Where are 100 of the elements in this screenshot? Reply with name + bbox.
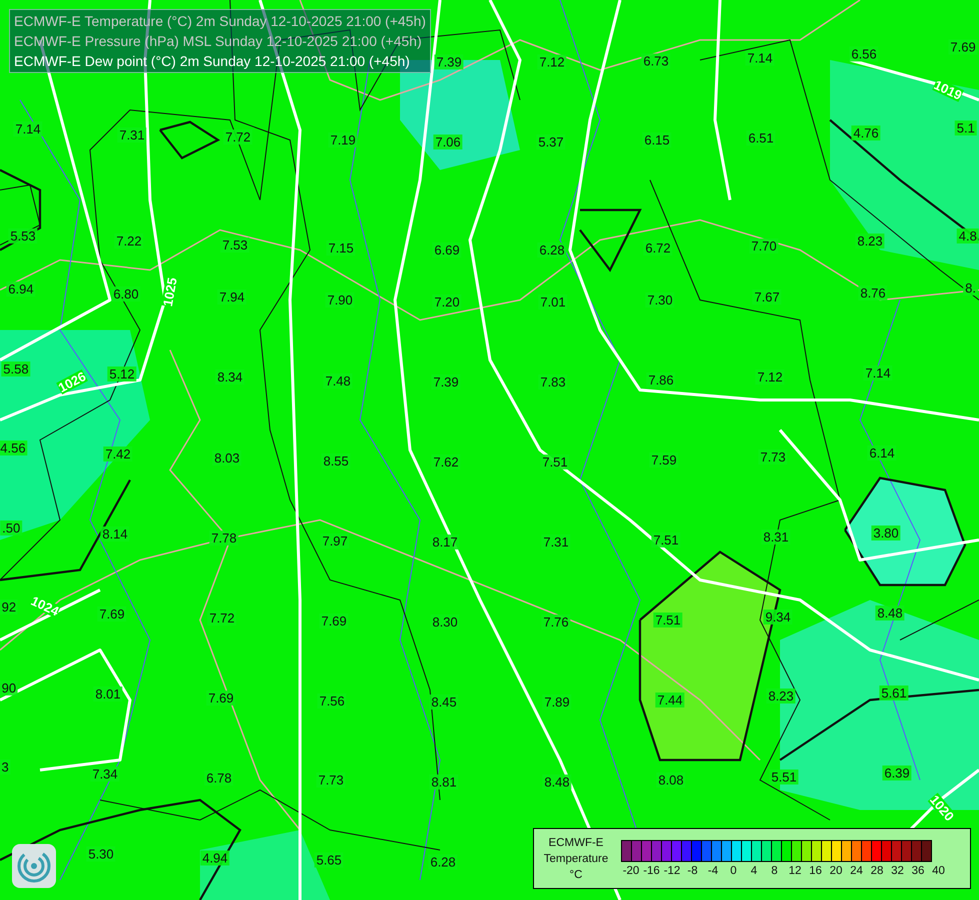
temperature-value: 8.30 xyxy=(430,614,460,630)
temperature-value: 7.31 xyxy=(541,534,571,550)
temperature-value: 6.28 xyxy=(428,854,458,870)
temperature-value: 3.80 xyxy=(871,526,901,540)
legend-tick: -8 xyxy=(686,866,699,878)
temperature-value: 7.73 xyxy=(316,772,346,788)
temperature-value: 8.81 xyxy=(429,774,459,790)
temperature-value: 7.90 xyxy=(325,292,355,308)
temperature-value: 6.78 xyxy=(204,770,234,786)
temperature-value: 7.48 xyxy=(323,374,353,388)
temperature-value: 8.23 xyxy=(766,688,796,704)
temperature-value: 8.55 xyxy=(321,454,351,468)
legend-tick: 20 xyxy=(828,866,844,878)
temperature-value: 7.51 xyxy=(540,454,570,470)
temperature-value: 8.48 xyxy=(875,606,905,620)
temperature-value: 7.14 xyxy=(13,122,43,136)
temperature-value: 8.08 xyxy=(656,772,686,788)
legend-unit: °C xyxy=(568,868,584,882)
temperature-value: 7.59 xyxy=(649,452,679,468)
temperature-value: 7.44 xyxy=(655,692,685,708)
temperature-value: 7.51 xyxy=(653,612,683,628)
temperature-value: 7.39 xyxy=(434,54,464,70)
temperature-value: 7.72 xyxy=(223,130,253,144)
temperature-value: 7.15 xyxy=(326,240,356,256)
temperature-value: 7.39 xyxy=(431,374,461,390)
temperature-value: 7.56 xyxy=(317,694,347,708)
temperature-value: 7.97 xyxy=(320,534,350,548)
temperature-value: 7.51 xyxy=(651,532,681,548)
temperature-value: 8. xyxy=(963,280,978,296)
temperature-value: 7.69 xyxy=(948,40,978,54)
temperature-value: 7.83 xyxy=(538,374,568,390)
temperature-value: 6.15 xyxy=(642,132,672,148)
temperature-value: 5.37 xyxy=(536,134,566,150)
temperature-value: 6.94 xyxy=(6,282,36,296)
swirl-logo-icon[interactable] xyxy=(12,844,56,888)
legend-tick: 8 xyxy=(770,866,779,878)
temperature-value: 8.34 xyxy=(215,370,245,384)
legend-tick: 32 xyxy=(890,866,905,878)
temperature-value: 90 xyxy=(0,680,18,696)
temperature-value: 7.69 xyxy=(319,614,349,628)
temperature-value: 7.72 xyxy=(207,610,237,626)
temperature-value: 4.8 xyxy=(956,228,979,244)
temperature-value: 5.58 xyxy=(1,362,31,376)
temperature-value: 5.12 xyxy=(107,366,137,382)
temperature-value: 7.69 xyxy=(97,606,127,622)
temperature-value: 8.76 xyxy=(858,286,888,300)
temperature-value: 7.62 xyxy=(431,454,461,470)
temperature-value: 7.89 xyxy=(542,694,572,710)
temperature-value: 5.65 xyxy=(314,852,344,868)
layer-title[interactable]: ECMWF-E Pressure (hPa) MSL Sunday 12-10-2025 21:00 (+45h) xyxy=(14,31,426,51)
temperature-value: 4.94 xyxy=(200,850,230,866)
temperature-value: 8.48 xyxy=(542,774,572,790)
temperature-value: 6.73 xyxy=(641,54,671,68)
temperature-value: 5.53 xyxy=(8,228,38,244)
temperature-value: 7.86 xyxy=(646,372,676,388)
legend-tick: -16 xyxy=(642,866,661,878)
temperature-value: 4.76 xyxy=(851,126,881,140)
temperature-value: 6.80 xyxy=(111,286,141,302)
temperature-value: 7.78 xyxy=(209,530,239,546)
temperature-value: 7.76 xyxy=(541,614,571,630)
temperature-value: 7.20 xyxy=(432,294,462,310)
temperature-value: 6.14 xyxy=(867,446,897,460)
temperature-value: 8.23 xyxy=(855,234,885,248)
temperature-value: 9.34 xyxy=(763,610,793,624)
legend-tick: 16 xyxy=(808,866,823,878)
temperature-value: 5.61 xyxy=(879,686,909,700)
layer-title[interactable]: ECMWF-E Temperature (°C) 2m Sunday 12-10-2025 21:00 (+45h) xyxy=(14,11,426,31)
temperature-value: 7.31 xyxy=(117,128,147,142)
temperature-value: 8.01 xyxy=(93,686,123,702)
temperature-value: 5.30 xyxy=(86,846,116,862)
temperature-value: 6.39 xyxy=(882,766,912,780)
temperature-value: 7.42 xyxy=(103,446,133,462)
temperature-value: 7.94 xyxy=(217,290,247,304)
layer-title[interactable]: ECMWF-E Dew point (°C) 2m Sunday 12-10-2025 21:00 (+45h) xyxy=(14,51,426,71)
temperature-value: 6.69 xyxy=(432,242,462,258)
temperature-value: 3 xyxy=(0,760,11,774)
temperature-value: 7.69 xyxy=(206,690,236,706)
legend-tick: -12 xyxy=(662,866,682,878)
temperature-value: 8.17 xyxy=(430,534,460,550)
legend-tick: -4 xyxy=(706,866,720,878)
temperature-value: 5.1 xyxy=(954,120,977,136)
temperature-value: 7.30 xyxy=(645,292,675,308)
legend-tick: 40 xyxy=(931,866,946,878)
legend-title: ECMWF-E xyxy=(548,836,604,850)
temperature-value: 8.14 xyxy=(100,526,130,542)
temperature-value: 7.14 xyxy=(745,50,775,66)
temperature-value: 8.31 xyxy=(761,530,791,544)
temperature-value: 7.01 xyxy=(538,294,568,310)
temperature-value: 7.12 xyxy=(537,54,567,70)
temperature-value: .50 xyxy=(0,520,22,536)
legend-tick: -20 xyxy=(622,866,640,878)
legend-tick: 12 xyxy=(788,866,802,878)
temperature-value: 8.45 xyxy=(429,694,459,710)
temperature-value: 7.14 xyxy=(863,366,893,380)
temperature-value: 6.56 xyxy=(849,46,879,62)
temperature-value: 7.19 xyxy=(328,132,358,148)
temperature-value: 7.73 xyxy=(758,450,788,464)
temperature-value: 7.34 xyxy=(90,766,120,782)
legend-tick: 28 xyxy=(870,866,884,878)
legend-tick: 4 xyxy=(750,866,758,878)
